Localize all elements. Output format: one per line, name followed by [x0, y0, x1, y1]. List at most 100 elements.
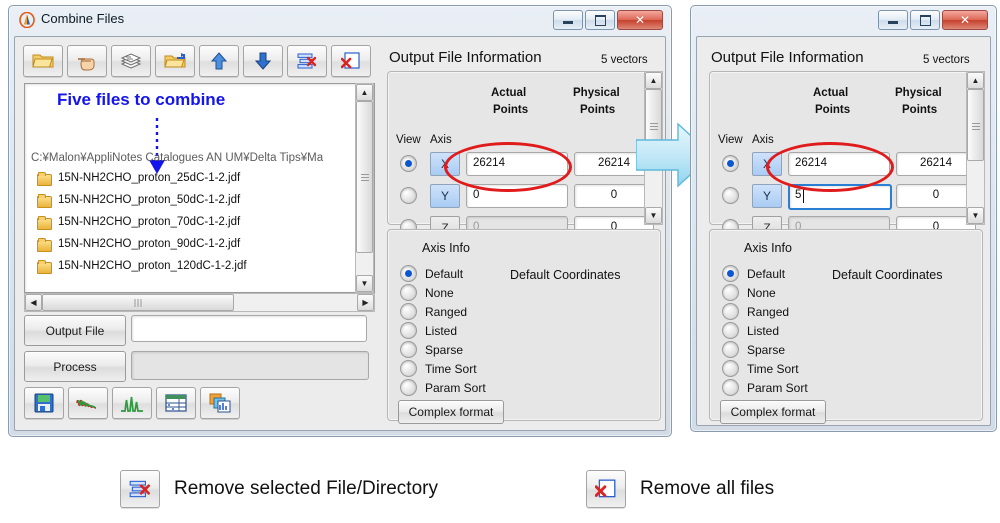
save-button[interactable] [24, 387, 64, 419]
axis-button-y[interactable]: Y [752, 184, 782, 208]
radio-default[interactable] [400, 265, 417, 282]
radio-option-param-sort[interactable]: Param Sort [400, 378, 486, 397]
legend-label-remove-selected: Remove selected File/Directory [174, 478, 438, 499]
file-list[interactable]: Five files to combine C:¥Malon¥AppliNote… [24, 83, 375, 293]
scroll-down-button[interactable]: ▼ [645, 207, 662, 224]
maximize-button[interactable] [585, 10, 615, 30]
physical-points-x: 26214 [896, 152, 976, 176]
scroll-up-button[interactable]: ▲ [967, 72, 984, 89]
radio-default[interactable] [722, 265, 739, 282]
radio-none[interactable] [722, 284, 739, 301]
radio-option-sparse[interactable]: Sparse [400, 340, 486, 359]
file-name: 15N-NH2CHO_proton_70dC-1-2.jdf [58, 216, 241, 228]
move-down-button[interactable] [243, 45, 283, 77]
output-file-info-title-right: Output File Information [711, 49, 864, 66]
file-name: 15N-NH2CHO_proton_50dC-1-2.jdf [58, 194, 241, 206]
radio-option-default[interactable]: Default [722, 264, 808, 283]
radio-listed[interactable] [722, 322, 739, 339]
radio-option-listed[interactable]: Listed [400, 321, 486, 340]
actual-points-y-value: 0 [473, 189, 480, 201]
scroll-thumb-horizontal[interactable] [42, 294, 234, 311]
radio-ranged[interactable] [722, 303, 739, 320]
folder-icon [37, 259, 52, 274]
radio-sparse[interactable] [400, 341, 417, 358]
radio-time-sort[interactable] [722, 360, 739, 377]
radio-label-time-sort: Time Sort [425, 361, 477, 376]
scroll-up-button[interactable]: ▲ [645, 72, 662, 89]
close-button[interactable]: ✕ [617, 10, 663, 30]
axis-button-y[interactable]: Y [430, 184, 460, 208]
axis-table-scrollbar-right[interactable]: ▲ ▼ [966, 71, 985, 225]
complex-format-button-right[interactable]: Complex format [720, 400, 826, 424]
axis-info-title-left: Axis Info [422, 241, 470, 255]
close-button[interactable]: ✕ [942, 10, 988, 30]
axis-info-group-left: Axis Info Default Coordinates Default No… [387, 229, 661, 424]
left-window-titlebar[interactable]: Combine Files ✕ [9, 6, 671, 34]
radio-none[interactable] [400, 284, 417, 301]
list-item[interactable]: 15N-NH2CHO_proton_120dC-1-2.jdf [37, 259, 247, 274]
open-folder-button[interactable] [23, 45, 63, 77]
view-radio-x[interactable] [722, 155, 739, 172]
scroll-up-button[interactable]: ▲ [356, 84, 373, 101]
scroll-down-button[interactable]: ▼ [356, 275, 373, 292]
radio-option-listed[interactable]: Listed [722, 321, 808, 340]
complex-format-button-left[interactable]: Complex format [398, 400, 504, 424]
axis-info-title-right: Axis Info [744, 241, 792, 255]
multi-window-button[interactable] [200, 387, 240, 419]
file-toolbar [23, 45, 371, 77]
view-radio-y[interactable] [722, 187, 739, 204]
radio-label-listed: Listed [747, 323, 780, 338]
list-item[interactable]: 15N-NH2CHO_proton_25dC-1-2.jdf [37, 171, 240, 186]
minimize-button[interactable] [878, 10, 908, 30]
list-item[interactable]: 15N-NH2CHO_proton_90dC-1-2.jdf [37, 237, 240, 252]
view-radio-x[interactable] [400, 155, 417, 172]
output-file-button[interactable]: Output File [24, 315, 126, 346]
radio-option-none[interactable]: None [722, 283, 808, 302]
file-list-vertical-scrollbar[interactable]: ▲ ▼ [355, 83, 374, 293]
radio-sparse[interactable] [722, 341, 739, 358]
radio-ranged[interactable] [400, 303, 417, 320]
right-window-titlebar[interactable]: ✕ [691, 6, 996, 34]
maximize-button[interactable] [910, 10, 940, 30]
table-button[interactable] [156, 387, 196, 419]
legend-remove-selected: Remove selected File/Directory [120, 470, 438, 508]
right-window-body: Output File Information 5 vectors View A… [696, 36, 991, 426]
legend-list-remove-icon [120, 470, 160, 508]
radio-option-ranged[interactable]: Ranged [400, 302, 486, 321]
annotation-five-files: Five files to combine [57, 90, 226, 109]
radio-option-param-sort[interactable]: Param Sort [722, 378, 808, 397]
scroll-left-button[interactable]: ◀ [25, 294, 42, 311]
stack-files-button[interactable] [111, 45, 151, 77]
list-item[interactable]: 15N-NH2CHO_proton_70dC-1-2.jdf [37, 215, 241, 230]
process-button[interactable]: Process [24, 351, 126, 382]
move-up-button[interactable] [199, 45, 239, 77]
radio-option-sparse[interactable]: Sparse [722, 340, 808, 359]
axis-label-y: Y [440, 189, 449, 203]
legend-label-remove-all: Remove all files [640, 478, 775, 499]
file-list-horizontal-scrollbar[interactable]: ◀ ▶ [24, 293, 375, 312]
output-file-input[interactable] [131, 315, 367, 342]
open-directory-button[interactable] [155, 45, 195, 77]
fid-button[interactable] [68, 387, 108, 419]
radio-listed[interactable] [400, 322, 417, 339]
radio-option-ranged[interactable]: Ranged [722, 302, 808, 321]
scroll-down-button[interactable]: ▼ [967, 207, 984, 224]
radio-time-sort[interactable] [400, 360, 417, 377]
view-radio-y[interactable] [400, 187, 417, 204]
radio-option-none[interactable]: None [400, 283, 486, 302]
list-item[interactable]: 15N-NH2CHO_proton_50dC-1-2.jdf [37, 193, 241, 208]
radio-option-time-sort[interactable]: Time Sort [400, 359, 486, 378]
output-file-information-window: ✕ Output File Information 5 vectors View… [690, 5, 997, 432]
radio-option-time-sort[interactable]: Time Sort [722, 359, 808, 378]
radio-param-sort[interactable] [400, 379, 417, 396]
radio-option-default[interactable]: Default [400, 264, 486, 283]
minimize-button[interactable] [553, 10, 583, 30]
remove-all-button[interactable] [331, 45, 371, 77]
radio-param-sort[interactable] [722, 379, 739, 396]
scroll-right-button[interactable]: ▶ [357, 294, 374, 311]
scroll-thumb-vertical[interactable] [356, 101, 373, 253]
spectrum-button[interactable] [112, 387, 152, 419]
select-hand-button[interactable] [67, 45, 107, 77]
remove-selected-button[interactable] [287, 45, 327, 77]
scroll-thumb-vertical[interactable] [967, 89, 984, 161]
